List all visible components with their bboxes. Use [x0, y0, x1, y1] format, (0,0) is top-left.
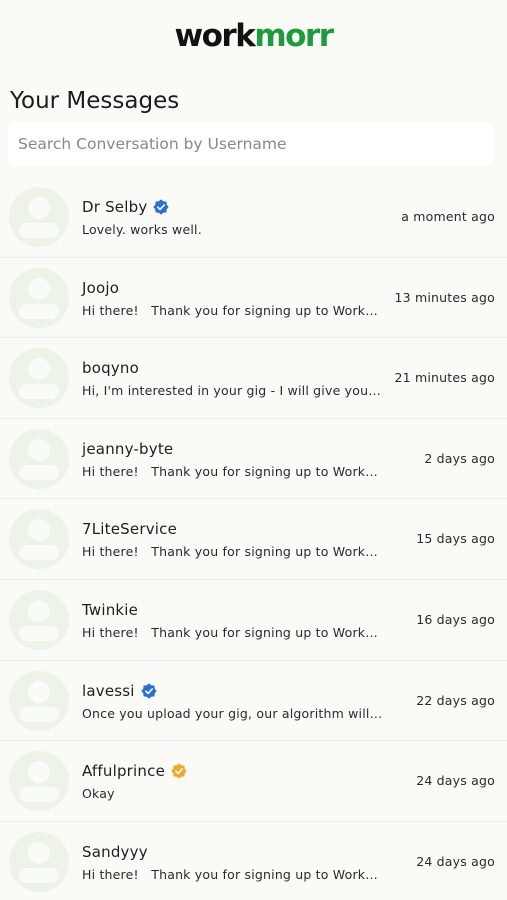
message-timestamp: a moment ago [401, 209, 495, 224]
message-timestamp: 15 days ago [416, 531, 495, 547]
conversation-item[interactable]: Sandyyy Hi there! Thank you for signing u… [0, 822, 507, 900]
app-root: workmorr Your Messages Dr Selby Lovely. w… [0, 0, 507, 900]
username: boqyno [82, 359, 139, 378]
username: Affulprince [82, 762, 166, 781]
avatar-head-shape [28, 277, 50, 300]
username-row: Sandyyy [82, 842, 148, 862]
avatar-placeholder-icon [9, 428, 69, 489]
username-row: jeanny-byte [82, 439, 173, 459]
message-preview: Hi, I'm interested in your gig - I will … [82, 383, 381, 399]
message-preview: Once you upload your gig, our algorithm … [82, 705, 384, 721]
username: lavessi [82, 681, 135, 700]
username-row: boqyno [82, 358, 139, 378]
username-row: Joojo [82, 278, 119, 298]
avatar-head-shape [28, 599, 50, 622]
username: jeanny-byte [82, 439, 174, 458]
username-row: lavessi [82, 681, 157, 701]
avatar-placeholder-icon [9, 509, 69, 570]
avatar-placeholder-icon [9, 670, 69, 731]
avatar-body-shape [19, 303, 59, 319]
avatar-head-shape [28, 841, 50, 864]
avatar-head-shape [28, 438, 50, 461]
avatar-head-shape [28, 761, 50, 784]
avatar-body-shape [19, 867, 59, 883]
conversation-list: Dr Selby Lovely. works well. a moment ago J… [0, 177, 507, 900]
message-timestamp: 13 minutes ago [394, 289, 495, 305]
verified-badge-icon [171, 763, 187, 779]
conversation-item[interactable]: jeanny-byte Hi there! Thank you for signi… [0, 419, 507, 500]
conversation-item[interactable]: Twinkie Hi there! Thank you for signing u… [0, 580, 507, 661]
avatar-head-shape [28, 197, 50, 219]
conversation-item[interactable]: lavessi Once you upload your gig, our alg… [0, 661, 507, 742]
username: Twinkie [82, 600, 139, 619]
message-timestamp: 2 days ago [424, 450, 495, 466]
verified-badge-icon [153, 199, 170, 215]
conversation-item[interactable]: Joojo Hi there! Thank you for signing up … [0, 258, 507, 339]
search-input[interactable] [8, 122, 493, 166]
avatar-body-shape [19, 464, 59, 480]
avatar-body-shape [19, 706, 59, 722]
avatar-body-shape [19, 625, 59, 641]
message-preview: Hi there! Thank you for signing up to Wo… [82, 544, 384, 560]
username: Dr Selby [82, 198, 148, 216]
avatar-body-shape [19, 545, 59, 561]
message-timestamp: 22 days ago [416, 692, 495, 708]
username-row: Twinkie [82, 600, 138, 620]
username: Joojo [82, 278, 120, 297]
avatar-placeholder-icon [9, 267, 69, 328]
conversation-item[interactable]: Affulprince Okay 24 days ago [0, 741, 507, 822]
message-preview: Hi there! Thank you for signing up to Wo… [82, 866, 384, 882]
verified-badge-icon [141, 682, 157, 699]
avatar-placeholder-icon [9, 751, 69, 812]
message-preview: Lovely. works well. [82, 222, 202, 237]
message-preview: Hi there! Thank you for signing up to Wo… [82, 624, 384, 640]
conversation-item[interactable]: 7LiteService Hi there! Thank you for sign… [0, 499, 507, 580]
avatar-head-shape [28, 358, 50, 381]
message-timestamp: 24 days ago [416, 853, 495, 869]
conversation-item[interactable]: boqyno Hi, I'm interested in your gig - I… [0, 338, 507, 419]
username: Sandyyy [82, 842, 148, 861]
message-preview: Okay [82, 786, 115, 802]
message-preview: Hi there! Thank you for signing up to Wo… [82, 302, 384, 318]
message-timestamp: 24 days ago [416, 773, 495, 789]
avatar-placeholder-icon [9, 831, 69, 892]
logo-text-morr: morr [254, 18, 334, 54]
avatar-head-shape [28, 519, 50, 542]
avatar-placeholder-icon [9, 187, 69, 247]
username-row: 7LiteService [82, 519, 177, 539]
workmorr-logo[interactable]: workmorr [0, 16, 507, 56]
message-preview: Hi there! Thank you for signing up to Wo… [82, 463, 384, 479]
avatar-body-shape [19, 787, 59, 803]
username-row: Affulprince [82, 761, 187, 781]
avatar-placeholder-icon [9, 348, 69, 409]
username: 7LiteService [82, 520, 178, 539]
avatar-body-shape [19, 223, 59, 238]
avatar-head-shape [28, 680, 50, 703]
page-title: Your Messages [10, 88, 180, 114]
avatar-placeholder-icon [9, 589, 69, 650]
username-row: Dr Selby [82, 197, 170, 217]
logo-text-work: work [174, 18, 255, 54]
avatar-body-shape [19, 384, 59, 400]
message-timestamp: 16 days ago [416, 611, 495, 627]
message-timestamp: 21 minutes ago [394, 370, 495, 386]
conversation-item[interactable]: Dr Selby Lovely. works well. a moment ago [0, 177, 507, 258]
